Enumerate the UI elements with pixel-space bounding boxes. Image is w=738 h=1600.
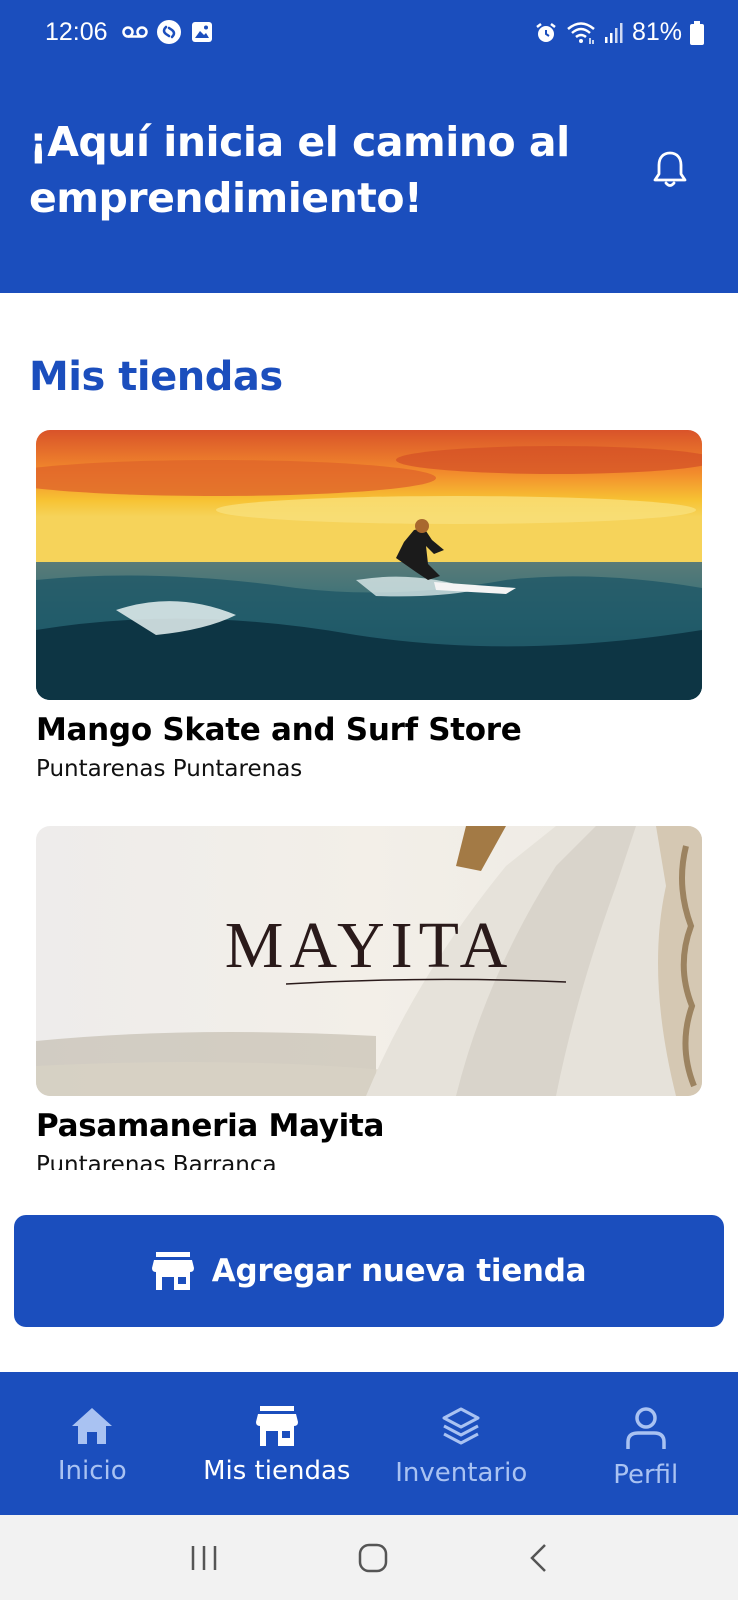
alarm-icon [536,22,556,42]
store-list[interactable]: Mango Skate and Surf Store Puntarenas Pu… [0,420,738,1170]
store-icon [151,1252,194,1290]
nav-item-mis-tiendas[interactable]: Mis tiendas [185,1372,370,1515]
nav-item-inicio[interactable]: Inicio [0,1372,185,1515]
store-location: Puntarenas Puntarenas [36,756,303,782]
store-location: Puntarenas Barranca [36,1152,277,1170]
bell-icon[interactable] [652,150,688,190]
shazam-icon [157,20,181,44]
header-title: ¡Aquí inicia el camino al emprendimiento… [29,118,570,222]
system-nav-bar [0,1515,738,1600]
wifi-icon [567,21,595,44]
store-image-mayita[interactable]: MAYITA [36,826,702,1096]
bottom-nav: Inicio Mis tiendas Inventario Perfil [0,1372,738,1515]
voicemail-icon [122,26,148,38]
add-store-label: Agregar nueva tienda [211,1253,587,1289]
back-button[interactable] [527,1542,549,1574]
signal-icon [604,22,623,43]
store-name: Pasamaneria Mayita [36,1108,385,1144]
nav-label: Inicio [57,1456,127,1486]
gallery-icon [192,22,212,42]
home-icon [72,1408,113,1444]
recents-button[interactable] [189,1544,219,1572]
nav-label: Inventario [395,1458,528,1488]
add-store-button[interactable]: Agregar nueva tienda [14,1215,724,1327]
nav-label: Perfil [613,1460,679,1490]
store-card-mayita[interactable]: MAYITA Pasamaneria Mayita Puntarenas Bar… [36,826,702,1170]
home-button[interactable] [357,1542,389,1574]
store-name: Mango Skate and Surf Store [36,712,522,748]
nav-item-inventario[interactable]: Inventario [369,1372,554,1515]
nav-item-perfil[interactable]: Perfil [554,1372,738,1515]
nav-label: Mis tiendas [203,1456,351,1486]
status-time: 12:06 [45,18,108,46]
user-icon [626,1407,666,1449]
store-image-surfer[interactable] [36,430,702,700]
app-header: ¡Aquí inicia el camino al emprendimiento… [0,68,738,293]
layers-icon [442,1407,480,1445]
store-icon [255,1406,298,1446]
battery-icon [690,20,704,45]
store-card-mango[interactable]: Mango Skate and Surf Store Puntarenas Pu… [36,430,702,782]
battery-percent: 81% [631,18,682,46]
section-title: Mis tiendas [29,354,283,400]
status-bar: 12:06 81% [0,0,738,68]
mayita-logo-text: MAYITA [224,909,514,982]
